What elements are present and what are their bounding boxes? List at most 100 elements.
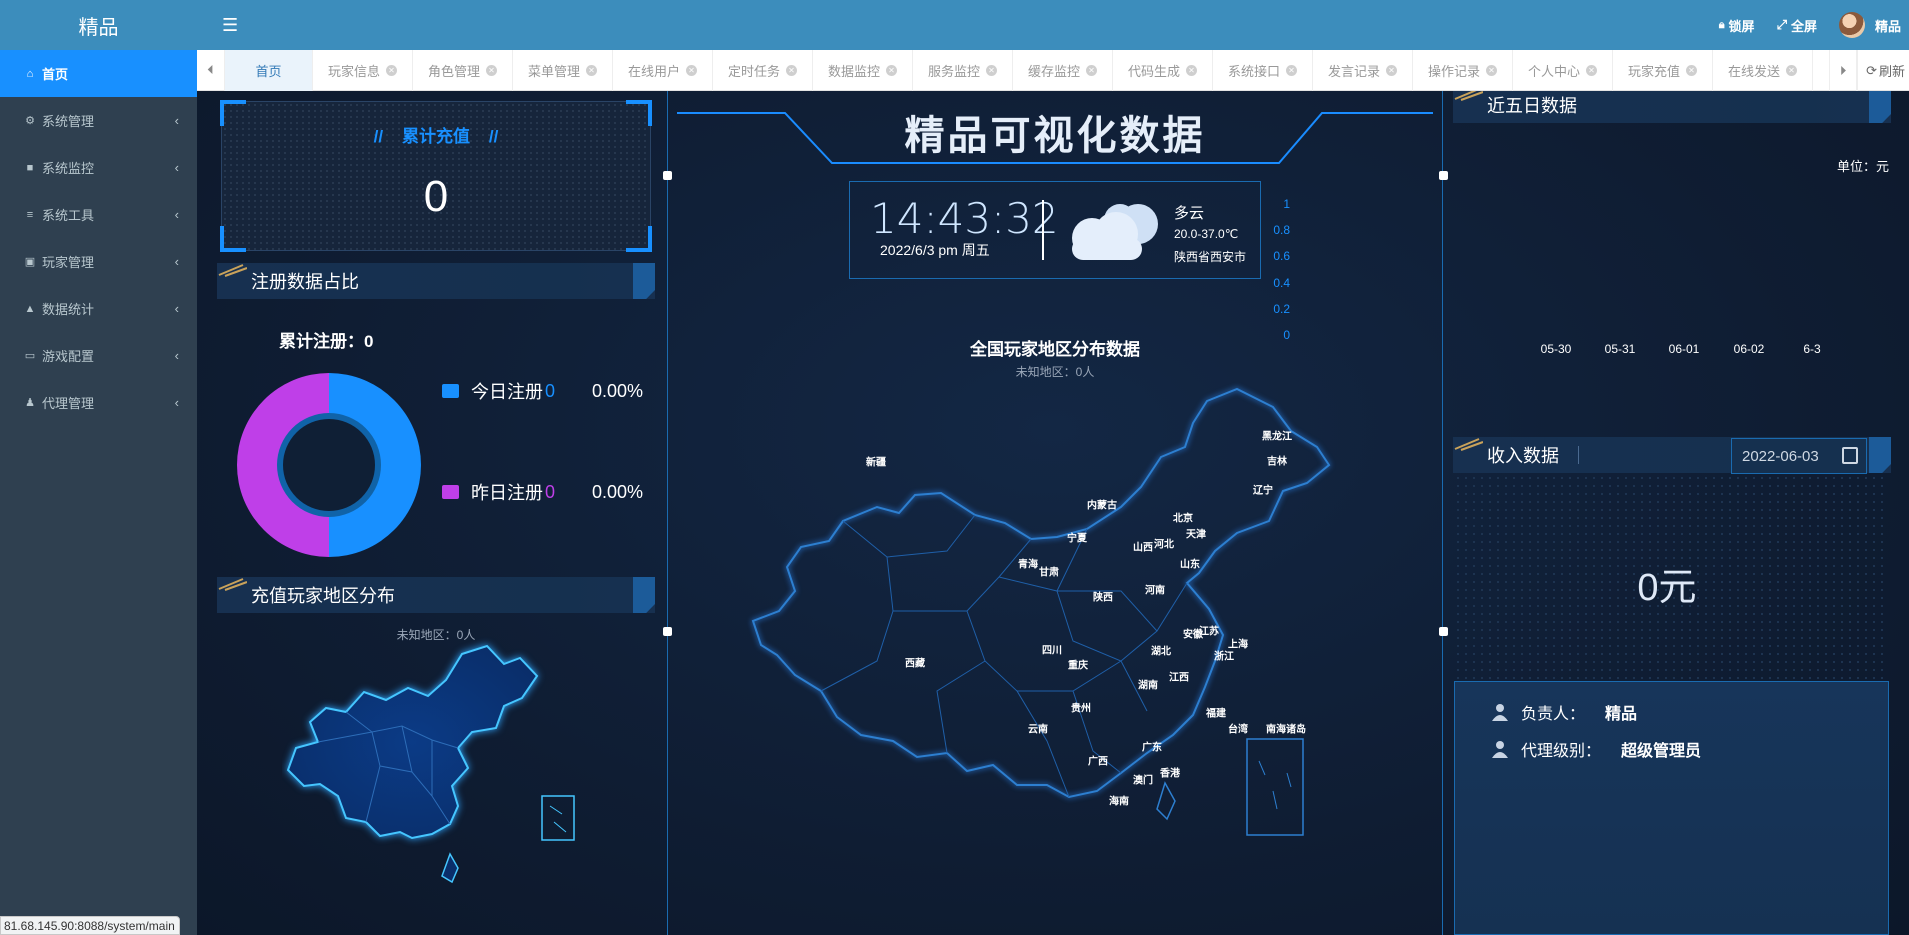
tab-7[interactable]: 服务监控 ✕ (913, 49, 1013, 91)
tab-close-icon[interactable]: ✕ (386, 64, 397, 76)
tab-0[interactable]: 首页 (225, 49, 313, 91)
tab-1[interactable]: 玩家信息 ✕ (313, 49, 413, 91)
tab-close-icon[interactable]: ✕ (886, 64, 897, 76)
tab-8[interactable]: 缓存监控 ✕ (1013, 49, 1113, 91)
home-icon: ⌂ (26, 67, 34, 80)
tab-label: 在线发送 (1727, 63, 1780, 79)
tab-close-icon[interactable]: ✕ (686, 64, 697, 76)
tab-close-icon[interactable]: ✕ (1386, 64, 1397, 76)
recharge-china-map (286, 644, 575, 884)
y-tick-label: 1 (1283, 197, 1290, 211)
tab-close-icon[interactable]: ✕ (1786, 64, 1797, 76)
province-label: 四川 (1042, 645, 1062, 657)
province-label: 福建 (1206, 708, 1226, 720)
tab-close-icon[interactable]: ✕ (986, 64, 997, 76)
tab-2[interactable]: 角色管理 ✕ (413, 49, 513, 91)
tab-close-icon[interactable]: ✕ (1186, 64, 1197, 76)
tab-close-icon[interactable]: ✕ (786, 64, 797, 76)
tab-14[interactable]: 玩家充值 ✕ (1613, 49, 1713, 91)
chevron-left-icon: ‹ (174, 254, 179, 269)
province-label: 宁夏 (1067, 533, 1087, 545)
sidebar-item-7[interactable]: ♟ 代理管理 ‹ (0, 379, 197, 426)
tab-label: 在线用户 (627, 63, 680, 79)
province-label: 湖北 (1151, 646, 1171, 658)
tab-close-icon[interactable]: ✕ (1086, 64, 1097, 76)
tab-scroll-left-button[interactable]: ⏴ (197, 49, 225, 91)
x-tick-label: 05-30 (1540, 342, 1572, 356)
sidebar-item-5[interactable]: ▲ 数据统计 ‹ (0, 285, 197, 332)
tab-close-icon[interactable]: ✕ (1486, 64, 1497, 76)
y-tick-label: 0.6 (1273, 249, 1290, 264)
resize-handle[interactable] (1439, 627, 1448, 636)
chevron-left-icon: ‹ (174, 348, 179, 363)
chevron-left-icon: ‹ (174, 301, 179, 316)
tab-controls: ⏵ ⟳ 刷新 (1829, 50, 1909, 91)
province-label: 青海 (1018, 559, 1038, 571)
tab-label: 定时任务 (727, 63, 780, 79)
resize-handle[interactable] (1439, 171, 1448, 180)
tab-3[interactable]: 菜单管理 ✕ (513, 49, 613, 91)
gear-icon: ⚙ (25, 115, 35, 127)
tab-6[interactable]: 数据监控 ✕ (813, 49, 913, 91)
sidebar-item-label: 玩家管理 (42, 255, 95, 270)
tab-11[interactable]: 发言记录 ✕ (1313, 49, 1413, 91)
cloud-icon (1072, 204, 1158, 260)
refresh-button[interactable]: ⟳ 刷新 (1857, 50, 1909, 91)
legend-yesterday-swatch (442, 485, 459, 499)
user-menu[interactable]: 精品 (1838, 12, 1901, 38)
sidebar-item-2[interactable]: ■ 系统监控 ‹ (0, 144, 197, 191)
lock-screen-button[interactable]: 🔒︎ 锁屏 (1719, 16, 1755, 35)
menu-toggle-icon[interactable]: ☰ (222, 15, 238, 36)
legend-yesterday: 昨日注册 0 0.00% (442, 479, 643, 505)
y-tick-label: 0.4 (1273, 275, 1290, 290)
sidebar-item-3[interactable]: ≡ 系统工具 ‹ (0, 191, 197, 238)
calendar-icon (1842, 447, 1858, 464)
x-tick-label: 06-01 (1668, 342, 1700, 356)
agent-info-card: 负责人： 精品 代理级别： 超级管理员 (1454, 681, 1889, 935)
refresh-label: 刷新 (1878, 64, 1905, 79)
tab-15[interactable]: 在线发送 ✕ (1713, 49, 1813, 91)
topbar-actions: 🔒︎ 锁屏 ⤢ 全屏 精品 (1719, 0, 1909, 50)
fullscreen-button[interactable]: ⤢ 全屏 (1777, 16, 1817, 35)
tab-10[interactable]: 系统接口 ✕ (1213, 49, 1313, 91)
user-name: 精品 (1874, 18, 1901, 34)
province-label: 山东 (1180, 559, 1200, 571)
tab-9[interactable]: 代码生成 ✕ (1113, 49, 1213, 91)
tab-label: 缓存监控 (1027, 63, 1080, 79)
tab-4[interactable]: 在线用户 ✕ (613, 49, 713, 91)
province-label: 山西 (1133, 542, 1153, 554)
legend-today: 今日注册 0 0.00% (442, 378, 643, 404)
tab-12[interactable]: 操作记录 ✕ (1413, 49, 1513, 91)
sidebar-item-0[interactable]: ⌂ 首页 (0, 50, 197, 97)
tab-scroll-right-button[interactable]: ⏵ (1829, 50, 1858, 91)
tab-close-icon[interactable]: ✕ (586, 64, 597, 76)
sidebar-item-label: 首页 (42, 67, 69, 82)
tab-label: 代码生成 (1127, 63, 1180, 79)
five-day-bar-chart (1497, 191, 1857, 391)
resize-handle[interactable] (663, 627, 672, 636)
sidebar-item-6[interactable]: ▭ 游戏配置 ‹ (0, 332, 197, 379)
resize-handle[interactable] (663, 171, 672, 180)
tab-13[interactable]: 个人中心 ✕ (1513, 49, 1613, 91)
tab-close-icon[interactable]: ✕ (1286, 64, 1297, 76)
manager-value: 精品 (1605, 706, 1638, 723)
sidebar-item-1[interactable]: ⚙ 系统管理 ‹ (0, 97, 197, 144)
income-date-picker[interactable]: 2022-06-03 (1731, 438, 1867, 474)
province-label: 浙江 (1214, 651, 1234, 663)
app-logo[interactable]: 精品 (0, 0, 197, 50)
tab-5[interactable]: 定时任务 ✕ (713, 49, 813, 91)
province-label: 贵州 (1071, 703, 1091, 715)
recharge-total-value: 0 (423, 172, 449, 221)
tab-close-icon[interactable]: ✕ (1586, 64, 1597, 76)
list-icon: ≡ (26, 208, 34, 221)
tab-label: 首页 (255, 63, 282, 79)
topbar: ☰ 🔒︎ 锁屏 ⤢ 全屏 精品 (197, 0, 1909, 50)
sidebar-item-label: 系统工具 (42, 208, 95, 223)
sidebar-item-4[interactable]: ▣ 玩家管理 ‹ (0, 238, 197, 285)
province-label: 云南 (1028, 724, 1048, 736)
tab-close-icon[interactable]: ✕ (1686, 64, 1697, 76)
province-label: 江西 (1169, 672, 1189, 684)
tab-close-icon[interactable]: ✕ (486, 64, 497, 76)
tab-label: 角色管理 (427, 63, 480, 79)
five-day-unit: 单位：元 (1836, 159, 1889, 174)
